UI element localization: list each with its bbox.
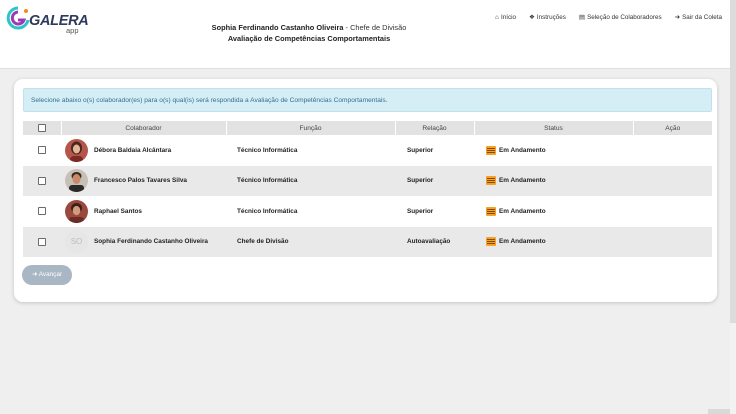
table-row: SO Sophia Ferdinando Castanho Oliveira C… — [23, 226, 712, 257]
table-row: Raphael Santos Técnico Informática Super… — [23, 196, 712, 227]
collaborator-cell: SO Sophia Ferdinando Castanho Oliveira — [61, 226, 226, 257]
role-cell: Chefe de Divisão — [226, 226, 395, 257]
row-checkbox[interactable] — [38, 237, 46, 246]
collaborator-name: Débora Baldaia Alcântara — [94, 146, 172, 154]
advance-button-label: Avançar — [38, 271, 63, 278]
logo-text: GALERA — [29, 13, 89, 29]
logo-mark-icon — [6, 6, 30, 30]
header-status: Status — [473, 121, 633, 135]
select-all-checkbox[interactable] — [37, 124, 46, 132]
advance-button[interactable]: ➜ Avançar — [22, 265, 72, 285]
table-header-row: Colaborador Função Relação Status Ação — [23, 121, 712, 135]
collaborator-cell: Francesco Palos Tavares Silva — [61, 165, 226, 196]
action-cell — [633, 196, 712, 227]
nav-label: Seleção de Colaboradores — [587, 13, 662, 21]
arrow-right-icon: ➜ — [31, 271, 38, 278]
collaborators-table: Colaborador Função Relação Status Ação D… — [23, 121, 712, 257]
scrollbar-thumb[interactable] — [730, 0, 736, 323]
nav-label: Sair da Coleta — [682, 13, 722, 21]
row-select-cell — [23, 165, 61, 196]
table-row: Francesco Palos Tavares Silva Técnico In… — [23, 165, 712, 196]
nav-sair-coleta[interactable]: ➜ Sair da Coleta — [674, 13, 722, 22]
status-cell: Em Andamento — [474, 165, 633, 196]
avatar — [65, 138, 88, 162]
selection-card: Selecione abaixo o(s) colaborador(es) pa… — [14, 79, 717, 302]
page-title-block: Sophia Ferdinando Castanho Oliveira - Ch… — [200, 22, 418, 44]
current-user-role: Chefe de Divisão — [350, 23, 407, 32]
relation-cell: Autoavaliação — [395, 226, 474, 257]
logout-icon: ➜ — [674, 14, 681, 21]
top-nav: ⌂ Início ❖ Instruções ▤ Seleção de Colab… — [482, 13, 722, 22]
status-cell: Em Andamento — [474, 135, 633, 166]
role-cell: Técnico Informática — [226, 165, 395, 196]
avatar — [65, 169, 88, 193]
collaborator-name: Sophia Ferdinando Castanho Oliveira — [94, 238, 208, 246]
relation-cell: Superior — [407, 207, 434, 215]
row-select-cell — [23, 226, 61, 257]
current-user-name: Sophia Ferdinando Castanho Oliveira — [211, 23, 344, 32]
avatar-photo-icon — [65, 199, 88, 223]
collaborator-name: Raphael Santos — [94, 207, 142, 215]
status-cell: Em Andamento — [474, 226, 633, 257]
row-checkbox[interactable] — [38, 176, 46, 185]
action-cell — [633, 135, 712, 166]
action-cell — [633, 226, 712, 257]
nav-instrucoes[interactable]: ❖ Instruções — [529, 13, 566, 22]
list-icon: ▤ — [578, 14, 586, 21]
nav-inicio[interactable]: ⌂ Início — [495, 13, 516, 21]
home-icon: ⌂ — [495, 13, 499, 21]
avatar — [65, 199, 88, 223]
header-relacao: Relação — [394, 121, 474, 135]
header-acao: Ação — [632, 121, 712, 135]
collaborator-name: Francesco Palos Tavares Silva — [94, 177, 187, 185]
status-text: Em Andamento — [499, 146, 546, 154]
row-checkbox[interactable] — [38, 207, 46, 216]
role-cell: Técnico Informática — [237, 146, 298, 154]
header-colaborador: Colaborador — [60, 121, 226, 135]
avatar: SO — [65, 230, 88, 254]
in-progress-icon — [486, 176, 496, 186]
logo-subtext: app — [66, 26, 79, 35]
help-circle-icon: ❖ — [529, 14, 535, 21]
nav-selecao-colaboradores[interactable]: ▤ Seleção de Colaboradores — [578, 13, 662, 22]
collaborator-cell: Raphael Santos — [61, 196, 226, 227]
status-text: Em Andamento — [499, 238, 546, 246]
in-progress-icon — [486, 206, 496, 216]
nav-label: Instruções — [536, 13, 566, 21]
nav-label: Início — [500, 13, 517, 21]
select-all-header — [23, 121, 61, 135]
collaborator-cell: Débora Baldaia Alcântara — [61, 135, 226, 166]
avatar-photo-icon — [65, 169, 88, 193]
in-progress-icon — [486, 237, 496, 247]
in-progress-icon — [486, 145, 496, 155]
title-separator: - — [345, 23, 348, 32]
status-text: Em Andamento — [499, 177, 546, 185]
galera-logo[interactable]: GALERA app — [6, 6, 89, 40]
horizontal-scrollbar-thumb[interactable] — [708, 409, 730, 414]
app-header: GALERA app Sophia Ferdinando Castanho Ol… — [0, 0, 736, 69]
row-checkbox[interactable] — [38, 146, 46, 155]
row-select-cell — [23, 196, 61, 227]
table-row: Débora Baldaia Alcântara Técnico Informá… — [23, 135, 712, 166]
avatar-initials: SO — [70, 237, 83, 247]
info-message: Selecione abaixo o(s) colaborador(es) pa… — [23, 88, 712, 112]
page-subtitle: Avaliação de Competências Comportamentai… — [227, 34, 391, 43]
header-funcao: Função — [225, 121, 395, 135]
relation-cell: Superior — [395, 165, 474, 196]
avatar-photo-icon — [65, 138, 88, 162]
row-select-cell — [23, 135, 61, 166]
relation-cell: Superior — [407, 146, 434, 154]
vertical-scrollbar[interactable] — [730, 0, 736, 414]
role-cell: Técnico Informática — [237, 207, 298, 215]
action-cell — [633, 165, 712, 196]
status-text: Em Andamento — [499, 207, 546, 215]
status-cell: Em Andamento — [474, 196, 633, 227]
